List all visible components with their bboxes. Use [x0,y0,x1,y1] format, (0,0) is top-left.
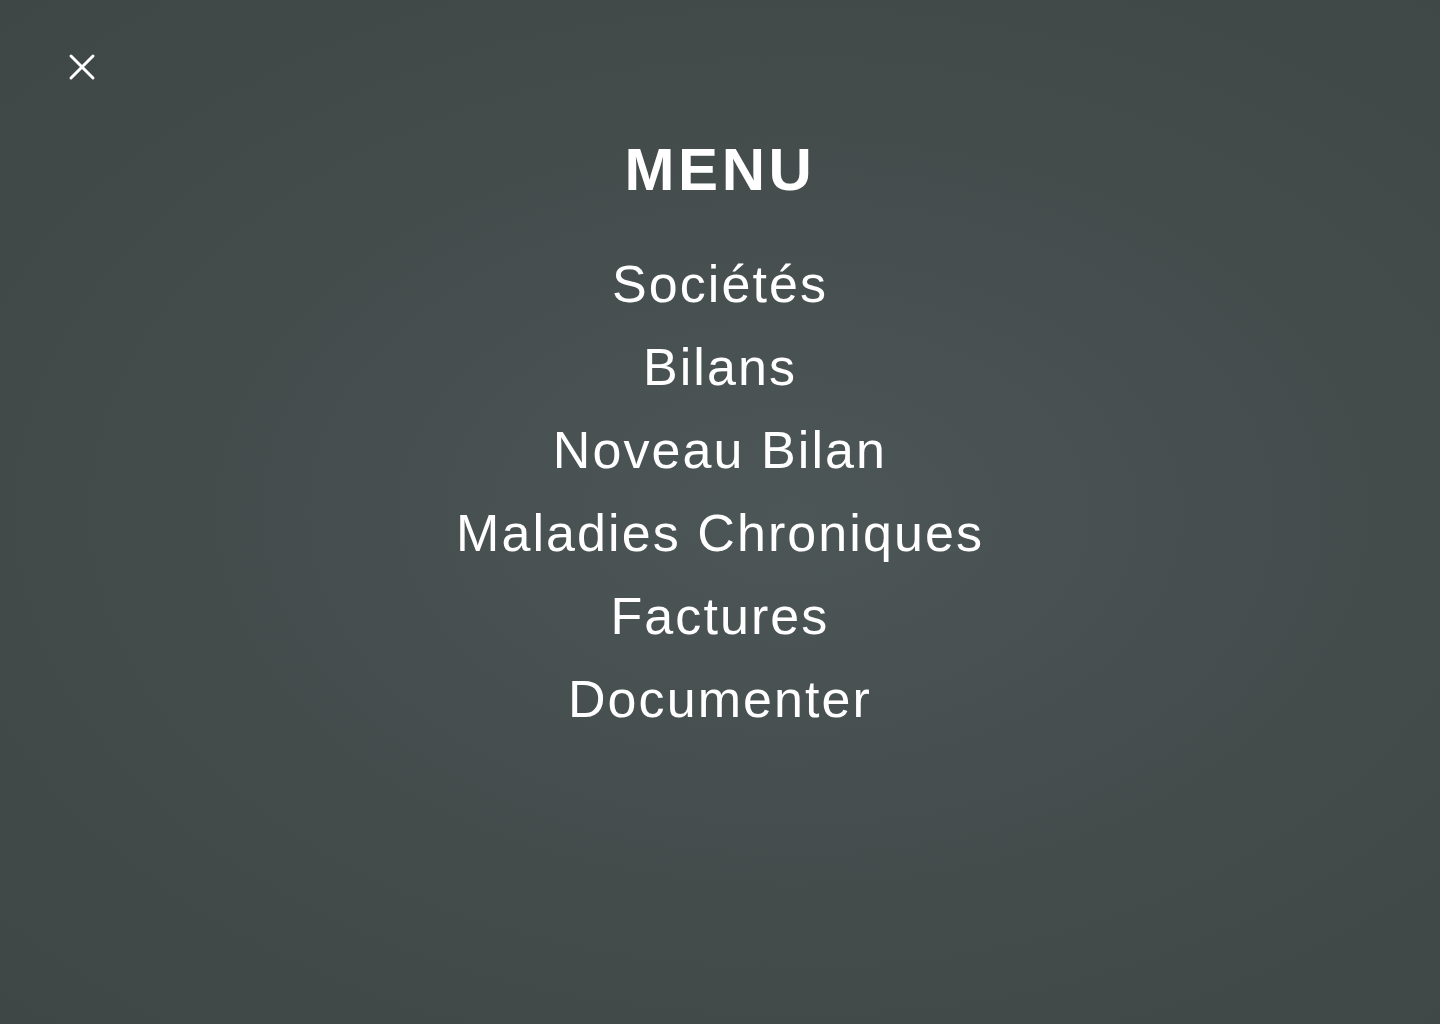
menu-title: MENU [624,134,815,206]
close-icon [60,45,104,89]
header-bar [0,0,1440,89]
menu-item[interactable]: Maladies Chroniques [456,492,984,575]
menu-overlay: MENU SociétésBilansNoveau BilanMaladies C… [0,0,1440,1024]
close-button[interactable] [60,45,104,89]
menu-item[interactable]: Factures [611,575,830,658]
menu-nav: MENU SociétésBilansNoveau BilanMaladies C… [0,134,1440,741]
menu-item[interactable]: Documenter [568,658,872,741]
menu-item[interactable]: Bilans [643,326,797,409]
menu-list: SociétésBilansNoveau BilanMaladies Chron… [456,243,984,741]
menu-item[interactable]: Noveau Bilan [553,409,887,492]
menu-item[interactable]: Sociétés [612,243,828,326]
